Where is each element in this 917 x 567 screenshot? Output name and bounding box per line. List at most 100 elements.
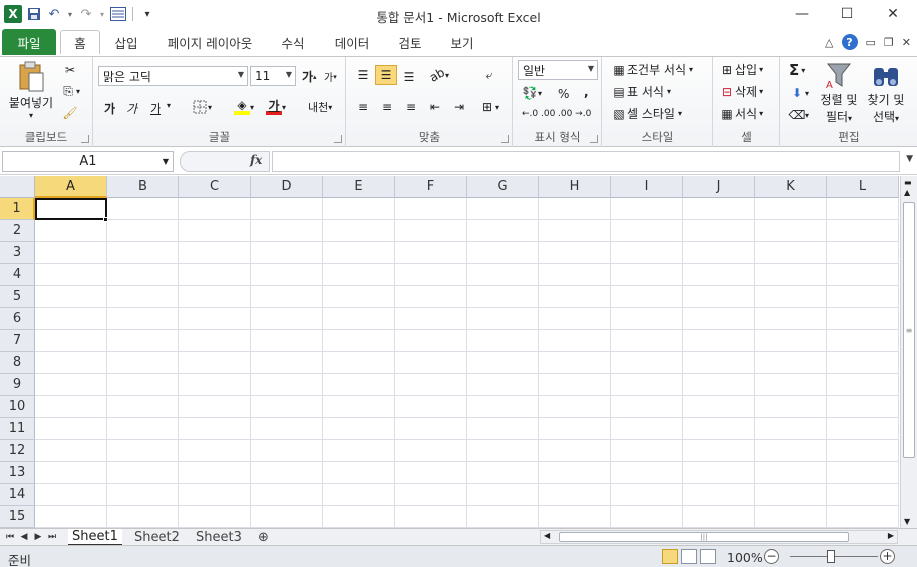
normal-view-icon[interactable] bbox=[662, 549, 678, 564]
tab-view[interactable]: 보기 bbox=[442, 30, 482, 54]
horizontal-scroll-thumb[interactable]: ||| bbox=[559, 532, 849, 542]
align-middle-button[interactable]: ☰ bbox=[375, 65, 397, 85]
vertical-scrollbar[interactable]: ▬ ▲ ≡ ▼ bbox=[900, 176, 917, 528]
alignment-launcher-icon[interactable] bbox=[501, 135, 509, 143]
insert-function-icon[interactable]: fx bbox=[250, 153, 262, 167]
tab-insert[interactable]: 삽입 bbox=[106, 30, 146, 54]
column-header-f[interactable]: F bbox=[395, 176, 467, 198]
sheet-tab-2[interactable]: Sheet2 bbox=[130, 529, 184, 545]
last-sheet-icon[interactable]: ⏭ bbox=[46, 530, 58, 544]
font-launcher-icon[interactable] bbox=[334, 135, 342, 143]
font-color-button[interactable]: 가 ▾ bbox=[266, 99, 286, 115]
prev-sheet-icon[interactable]: ◀ bbox=[18, 530, 30, 544]
font-name-select[interactable]: 맑은 고딕 ▼ bbox=[98, 66, 248, 86]
row-header-14[interactable]: 14 bbox=[0, 484, 35, 506]
copy-button[interactable]: ⎘ ▾ bbox=[60, 83, 80, 99]
align-top-button[interactable]: ☰ bbox=[355, 67, 371, 83]
format-cells-button[interactable]: ▦ 서식 ▾ bbox=[719, 105, 763, 122]
autosum-button[interactable]: Σ ▾ bbox=[789, 61, 805, 79]
find-select-button[interactable]: 찾기 및 선택▾ bbox=[863, 59, 909, 125]
increase-indent-button[interactable]: ⇥ bbox=[451, 99, 467, 115]
percent-button[interactable]: % bbox=[558, 87, 569, 101]
cut-button[interactable]: ✂ bbox=[62, 62, 78, 78]
maximize-button[interactable]: ☐ bbox=[832, 4, 862, 24]
column-header-k[interactable]: K bbox=[755, 176, 827, 198]
conditional-formatting-button[interactable]: ▦ 조건부 서식 ▾ bbox=[611, 61, 693, 78]
first-sheet-icon[interactable]: ⏮ bbox=[4, 530, 16, 544]
row-header-9[interactable]: 9 bbox=[0, 374, 35, 396]
format-as-table-button[interactable]: ▤ 표 서식 ▾ bbox=[611, 83, 671, 100]
split-handle-icon[interactable]: ▬ bbox=[904, 178, 912, 187]
name-box[interactable]: A1 ▼ bbox=[2, 151, 174, 172]
zoom-slider-thumb[interactable] bbox=[827, 550, 835, 563]
column-header-e[interactable]: E bbox=[323, 176, 395, 198]
paste-button[interactable]: 붙여넣기 ▾ bbox=[8, 61, 54, 120]
row-header-7[interactable]: 7 bbox=[0, 330, 35, 352]
scroll-left-icon[interactable]: ◀ bbox=[544, 531, 550, 540]
increase-decimal-button[interactable]: ←.0 .00 bbox=[522, 109, 555, 119]
align-left-button[interactable]: ≡ bbox=[355, 99, 371, 115]
clear-button[interactable]: ⌫ ▾ bbox=[789, 107, 810, 123]
row-header-4[interactable]: 4 bbox=[0, 264, 35, 286]
cell-styles-button[interactable]: ▧ 셀 스타일 ▾ bbox=[611, 105, 682, 122]
underline-button[interactable]: 가 bbox=[150, 100, 161, 117]
zoom-level[interactable]: 100% bbox=[727, 550, 763, 565]
page-layout-view-icon[interactable] bbox=[681, 549, 697, 564]
italic-button[interactable]: 가 bbox=[126, 100, 137, 117]
workbook-minimize-icon[interactable]: ▭ bbox=[866, 36, 876, 49]
tab-file[interactable]: 파일 bbox=[2, 29, 56, 55]
grow-font-button[interactable]: 가 ▴ bbox=[302, 68, 317, 85]
zoom-in-button[interactable]: + bbox=[880, 549, 895, 564]
scroll-down-icon[interactable]: ▼ bbox=[904, 517, 910, 526]
column-header-g[interactable]: G bbox=[467, 176, 539, 198]
next-sheet-icon[interactable]: ▶ bbox=[32, 530, 44, 544]
font-size-select[interactable]: 11 ▼ bbox=[250, 66, 296, 86]
help-icon[interactable]: ? bbox=[841, 34, 858, 50]
row-header-2[interactable]: 2 bbox=[0, 220, 35, 242]
page-break-view-icon[interactable] bbox=[700, 549, 716, 564]
align-center-button[interactable]: ≡ bbox=[379, 99, 395, 115]
workbook-close-icon[interactable]: ✕ bbox=[902, 36, 911, 49]
accounting-format-button[interactable]: 💱 ▾ bbox=[522, 85, 543, 101]
clipboard-launcher-icon[interactable] bbox=[81, 135, 89, 143]
merge-center-button[interactable]: ⊞ ▾ bbox=[479, 99, 499, 115]
formula-input[interactable] bbox=[272, 151, 900, 172]
minimize-button[interactable]: — bbox=[787, 4, 817, 24]
column-header-d[interactable]: D bbox=[251, 176, 323, 198]
row-header-8[interactable]: 8 bbox=[0, 352, 35, 374]
row-header-13[interactable]: 13 bbox=[0, 462, 35, 484]
shrink-font-button[interactable]: 가 ▾ bbox=[324, 69, 337, 85]
zoom-out-button[interactable]: − bbox=[764, 549, 779, 564]
column-header-l[interactable]: L bbox=[827, 176, 899, 198]
phonetic-button[interactable]: 내천 ▾ bbox=[308, 99, 332, 115]
column-header-i[interactable]: I bbox=[611, 176, 683, 198]
worksheet-grid[interactable]: ABCDEFGHIJKL 1 2 3 4 5 6 7 8 9 10 11 12 13 14 15 bbox=[0, 176, 900, 528]
column-header-h[interactable]: H bbox=[539, 176, 611, 198]
row-header-10[interactable]: 10 bbox=[0, 396, 35, 418]
tab-data[interactable]: 데이터 bbox=[326, 30, 378, 54]
row-header-6[interactable]: 6 bbox=[0, 308, 35, 330]
row-header-3[interactable]: 3 bbox=[0, 242, 35, 264]
column-header-a[interactable]: A bbox=[35, 176, 107, 198]
underline-dropdown-icon[interactable]: ▾ bbox=[167, 101, 171, 110]
number-launcher-icon[interactable] bbox=[590, 135, 598, 143]
wrap-text-button[interactable]: ⤶ bbox=[481, 67, 497, 83]
tab-formulas[interactable]: 수식 bbox=[272, 30, 314, 54]
tab-page-layout[interactable]: 페이지 레이아웃 bbox=[158, 30, 262, 54]
orientation-button[interactable]: ab ▾ bbox=[427, 65, 449, 85]
scroll-right-icon[interactable]: ▶ bbox=[888, 531, 894, 540]
expand-formula-bar-icon[interactable]: ▼ bbox=[906, 154, 913, 164]
close-button[interactable]: ✕ bbox=[878, 4, 908, 24]
minimize-ribbon-icon[interactable]: △ bbox=[825, 36, 833, 49]
bold-button[interactable]: 가 bbox=[104, 100, 115, 117]
fill-button[interactable]: ⬇ ▾ bbox=[789, 85, 809, 101]
row-header-12[interactable]: 12 bbox=[0, 440, 35, 462]
decrease-indent-button[interactable]: ⇤ bbox=[427, 99, 443, 115]
decrease-decimal-button[interactable]: .00 →.0 bbox=[558, 109, 591, 119]
row-header-1[interactable]: 1 bbox=[0, 198, 35, 220]
align-right-button[interactable]: ≡ bbox=[403, 99, 419, 115]
sort-filter-button[interactable]: A 정렬 및 필터▾ bbox=[817, 59, 861, 125]
row-header-5[interactable]: 5 bbox=[0, 286, 35, 308]
active-cell[interactable] bbox=[35, 198, 107, 220]
tab-home[interactable]: 홈 bbox=[60, 30, 100, 54]
